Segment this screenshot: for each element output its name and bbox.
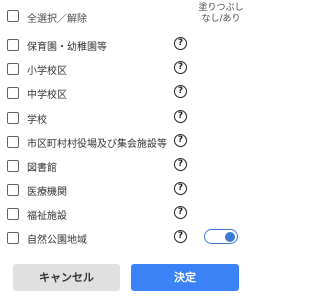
help-icon[interactable]: ? xyxy=(174,37,187,50)
layer-label: 学校 xyxy=(27,115,47,126)
list-item: 学校 ? xyxy=(0,108,258,130)
layer-label: 福祉施設 xyxy=(27,211,67,222)
layer-checkbox[interactable] xyxy=(7,112,19,124)
list-item: 図書館 ? xyxy=(0,156,258,178)
fill-column-header-line2: なし/あり xyxy=(201,14,241,24)
list-item: 福祉施設 ? xyxy=(0,204,258,226)
list-item: 保育園・幼稚園等 ? xyxy=(0,35,258,57)
layer-label: 小学校区 xyxy=(27,66,67,77)
help-icon[interactable]: ? xyxy=(174,85,187,98)
layer-checkbox[interactable] xyxy=(7,136,19,148)
list-item: 市区町村村役場及び集会施設等 ? xyxy=(0,132,258,154)
list-header: 全選択／解除 塗りつぶし なし/あり xyxy=(0,0,258,34)
fill-column-header-line1: 塗りつぶし xyxy=(198,3,244,13)
ok-button[interactable]: 決定 xyxy=(131,264,239,291)
layer-checkbox[interactable] xyxy=(7,39,19,51)
layer-selection-panel: 全選択／解除 塗りつぶし なし/あり 保育園・幼稚園等 ? 小学校区 ? 中学校… xyxy=(0,0,258,300)
help-icon[interactable]: ? xyxy=(174,230,187,243)
layer-label: 自然公園地域 xyxy=(27,235,87,246)
layer-checkbox[interactable] xyxy=(7,232,19,244)
layer-checkbox[interactable] xyxy=(7,63,19,75)
list-item: 医療機関 ? xyxy=(0,180,258,202)
layer-label: 医療機関 xyxy=(27,187,67,198)
help-icon[interactable]: ? xyxy=(174,110,187,123)
layer-label: 図書館 xyxy=(27,163,57,174)
list-item: 中学校区 ? xyxy=(0,83,258,105)
help-icon[interactable]: ? xyxy=(174,182,187,195)
layer-label: 中学校区 xyxy=(27,90,67,101)
layer-label: 保育園・幼稚園等 xyxy=(27,42,107,53)
help-icon[interactable]: ? xyxy=(174,134,187,147)
help-icon[interactable]: ? xyxy=(174,206,187,219)
select-all-label: 全選択／解除 xyxy=(27,14,87,25)
cancel-button[interactable]: キャンセル xyxy=(13,264,120,291)
toggle-knob xyxy=(225,231,235,242)
layer-label: 市区町村村役場及び集会施設等 xyxy=(27,139,167,150)
list-item: 自然公園地域 ? xyxy=(0,228,258,250)
layer-checkbox[interactable] xyxy=(7,160,19,172)
layer-checkbox[interactable] xyxy=(7,184,19,196)
help-icon[interactable]: ? xyxy=(174,158,187,171)
fill-column-header: 塗りつぶし なし/あり xyxy=(188,3,254,25)
layer-checkbox[interactable] xyxy=(7,208,19,220)
list-item: 小学校区 ? xyxy=(0,59,258,81)
help-icon[interactable]: ? xyxy=(174,61,187,74)
fill-toggle[interactable] xyxy=(204,229,238,244)
layer-checkbox[interactable] xyxy=(7,87,19,99)
select-all-checkbox[interactable] xyxy=(7,10,19,22)
